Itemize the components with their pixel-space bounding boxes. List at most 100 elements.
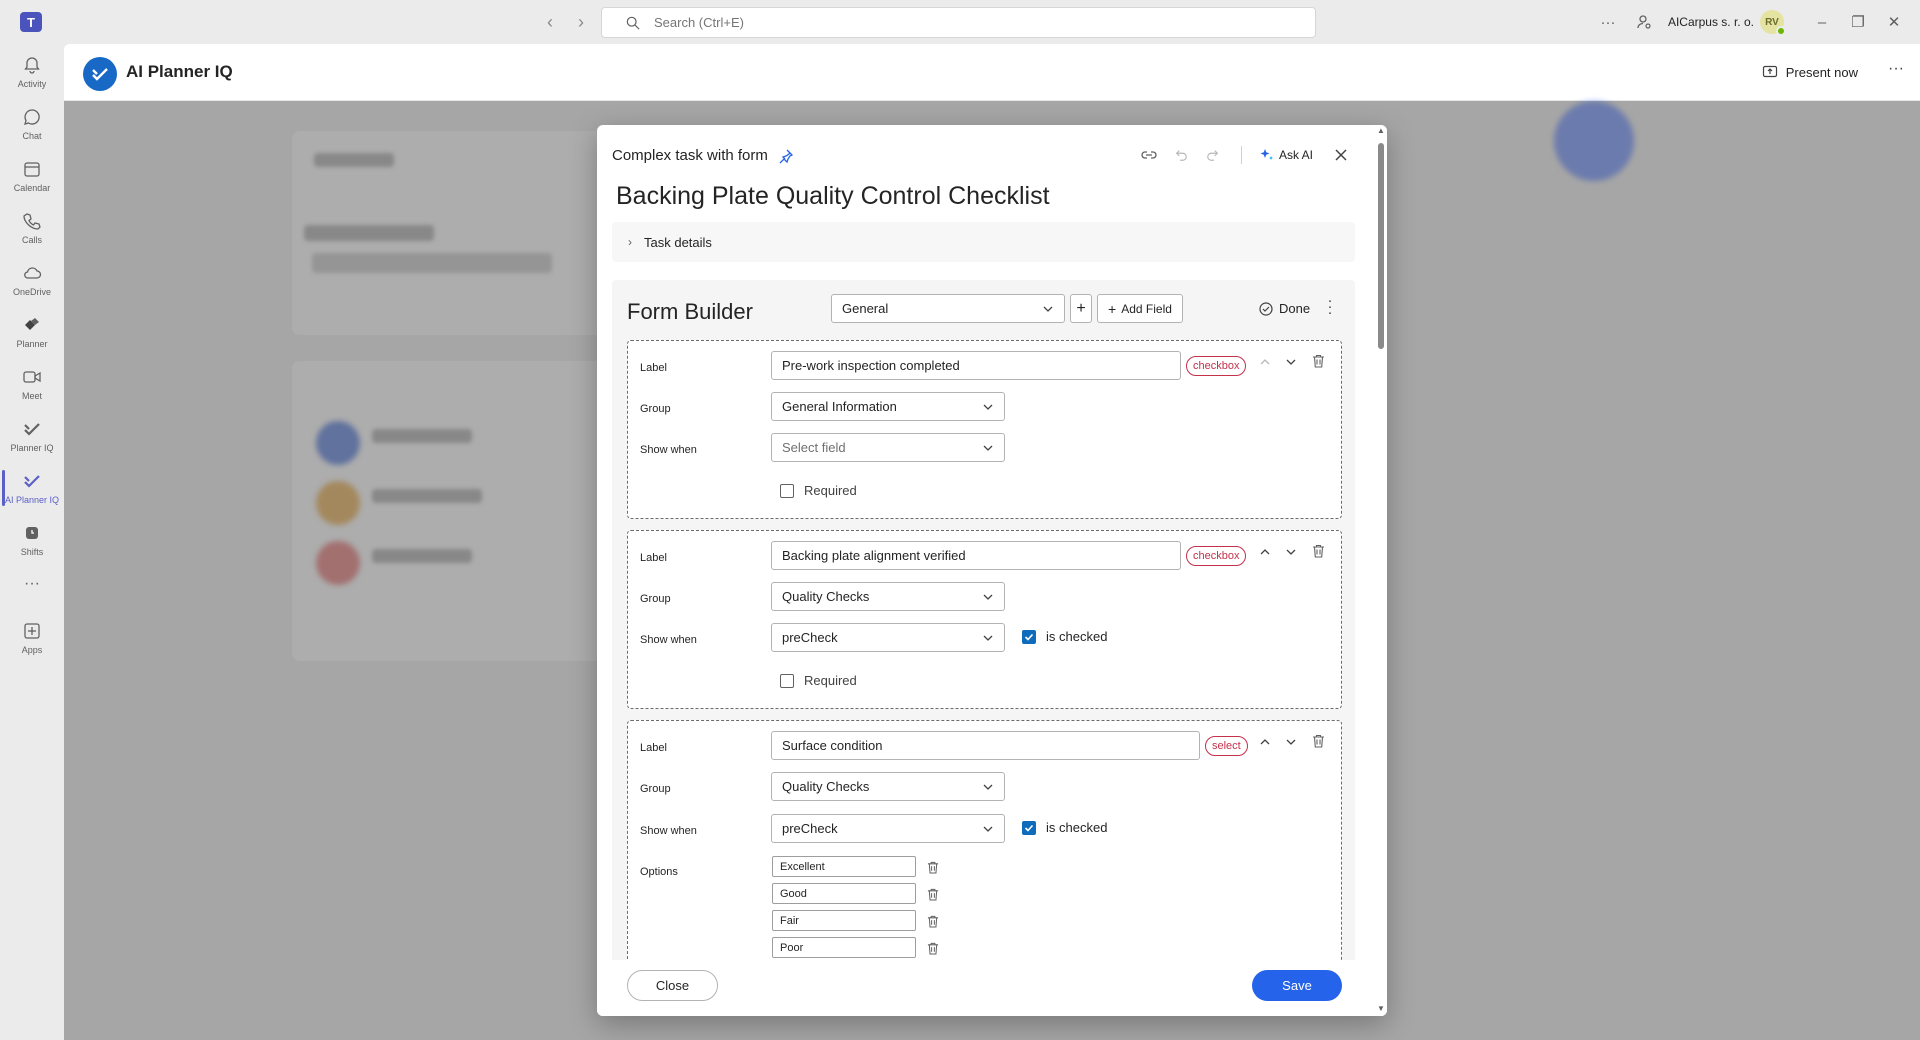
- delete-option-icon[interactable]: [926, 887, 940, 901]
- rail-item-onedrive[interactable]: OneDrive: [0, 254, 64, 306]
- rail-label: Apps: [21, 645, 43, 655]
- rail-item-planner[interactable]: Planner: [0, 306, 64, 358]
- restore-icon[interactable]: ❐: [1840, 0, 1876, 44]
- rail-item-activity[interactable]: Activity: [0, 46, 64, 98]
- field-card: Label Backing plate alignment verified c…: [627, 530, 1342, 709]
- rail-item-shifts[interactable]: Shifts: [0, 514, 64, 566]
- show-when-select[interactable]: Select field: [771, 433, 1005, 462]
- scroll-down-icon[interactable]: ▼: [1377, 1005, 1385, 1013]
- field-group-value: Quality Checks: [782, 779, 870, 794]
- field-label-input[interactable]: Pre-work inspection completed: [771, 351, 1181, 380]
- ask-ai-button[interactable]: Ask AI: [1260, 148, 1313, 162]
- option-input[interactable]: Poor: [772, 937, 916, 958]
- dialog-scrollbar[interactable]: ▲ ▼: [1375, 125, 1387, 1016]
- rail-item-meet[interactable]: Meet: [0, 358, 64, 410]
- app-rail: Activity Chat Calendar Calls OneDrive Pl…: [0, 44, 64, 1040]
- scroll-up-icon[interactable]: ▲: [1377, 127, 1385, 135]
- present-now-button[interactable]: Present now: [1762, 64, 1858, 80]
- global-search[interactable]: [601, 7, 1316, 38]
- field-group-value: General Information: [782, 399, 897, 414]
- close-button[interactable]: Close: [627, 970, 718, 1001]
- plus-icon: +: [1076, 299, 1086, 317]
- move-up-icon[interactable]: [1258, 735, 1272, 749]
- field-label-value: Backing plate alignment verified: [782, 548, 966, 563]
- option-value: Excellent: [780, 860, 825, 873]
- task-title[interactable]: Backing Plate Quality Control Checklist: [616, 182, 1050, 211]
- redo-icon[interactable]: [1203, 145, 1223, 165]
- options-caption: Options: [640, 866, 678, 878]
- delete-field-icon[interactable]: [1311, 354, 1325, 368]
- is-checked-checkbox[interactable]: [1022, 821, 1036, 835]
- field-group-select[interactable]: Quality Checks: [771, 582, 1005, 611]
- group-caption: Group: [640, 593, 671, 605]
- account-settings-icon[interactable]: [1626, 0, 1662, 44]
- option-input[interactable]: Excellent: [772, 856, 916, 877]
- required-checkbox[interactable]: [780, 484, 794, 498]
- ai-planner-iq-icon: [24, 475, 40, 488]
- move-down-icon[interactable]: [1284, 735, 1298, 749]
- rail-item-planner-iq[interactable]: Planner IQ: [0, 410, 64, 462]
- is-checked-label: is checked: [1046, 629, 1108, 644]
- delete-field-icon[interactable]: [1311, 544, 1325, 558]
- undo-icon[interactable]: [1171, 145, 1191, 165]
- minimize-icon[interactable]: –: [1804, 0, 1840, 44]
- search-input[interactable]: [654, 15, 1254, 30]
- close-dialog-icon[interactable]: [1331, 145, 1351, 165]
- field-group-select[interactable]: Quality Checks: [771, 772, 1005, 801]
- is-checked-label: is checked: [1046, 820, 1108, 835]
- add-field-button[interactable]: + Add Field: [1097, 294, 1183, 323]
- move-up-icon[interactable]: [1258, 355, 1272, 369]
- rail-label: Planner: [16, 339, 48, 349]
- rail-label: Chat: [22, 131, 42, 141]
- rail-item-calendar[interactable]: Calendar: [0, 150, 64, 202]
- phone-icon: [23, 213, 41, 230]
- move-down-icon[interactable]: [1284, 545, 1298, 559]
- delete-field-icon[interactable]: [1311, 734, 1325, 748]
- move-down-icon[interactable]: [1284, 355, 1298, 369]
- close-window-icon[interactable]: ✕: [1876, 0, 1912, 44]
- teams-logo-icon[interactable]: T: [20, 12, 42, 32]
- option-input[interactable]: Fair: [772, 910, 916, 931]
- required-checkbox[interactable]: [780, 674, 794, 688]
- is-checked-checkbox[interactable]: [1022, 630, 1036, 644]
- chevron-down-icon: [983, 826, 993, 832]
- pin-icon[interactable]: [778, 148, 794, 164]
- group-filter-select[interactable]: General: [831, 294, 1065, 323]
- field-label-input[interactable]: Surface condition: [771, 731, 1200, 760]
- add-field-label: Add Field: [1121, 301, 1172, 316]
- app-more-icon[interactable]: ···: [1888, 60, 1904, 78]
- cloud-icon: [24, 267, 42, 279]
- delete-option-icon[interactable]: [926, 914, 940, 928]
- form-more-vertical-icon[interactable]: · · ·: [1324, 293, 1336, 320]
- option-input[interactable]: Good: [772, 883, 916, 904]
- add-group-button[interactable]: +: [1070, 294, 1092, 323]
- show-when-value: Select field: [782, 440, 846, 455]
- save-button[interactable]: Save: [1252, 970, 1342, 1001]
- field-label-input[interactable]: Backing plate alignment verified: [771, 541, 1181, 570]
- bell-icon: [24, 57, 40, 74]
- field-group-select[interactable]: General Information: [771, 392, 1005, 421]
- rail-item-calls[interactable]: Calls: [0, 202, 64, 254]
- back-arrow-icon[interactable]: ‹: [540, 12, 560, 32]
- rail-item-chat[interactable]: Chat: [0, 98, 64, 150]
- scrollbar-thumb[interactable]: [1378, 143, 1384, 349]
- show-when-select[interactable]: preCheck: [771, 623, 1005, 652]
- delete-option-icon[interactable]: [926, 941, 940, 955]
- rail-item-apps[interactable]: Apps: [0, 612, 64, 664]
- rail-label: Planner IQ: [10, 443, 54, 453]
- move-up-icon[interactable]: [1258, 545, 1272, 559]
- forward-arrow-icon[interactable]: ›: [571, 12, 591, 32]
- show-when-select[interactable]: preCheck: [771, 814, 1005, 843]
- task-details-expander[interactable]: › Task details: [612, 222, 1355, 262]
- delete-option-icon[interactable]: [926, 860, 940, 874]
- more-options-icon[interactable]: ···: [1590, 0, 1626, 44]
- org-name[interactable]: AICarpus s. r. o.: [1668, 15, 1754, 29]
- done-button[interactable]: Done: [1259, 294, 1310, 323]
- checkmark-icon: [1024, 824, 1034, 832]
- rail-item-more[interactable]: ···: [0, 566, 64, 602]
- rail-item-ai-planner-iq[interactable]: AI Planner IQ: [0, 462, 64, 514]
- user-avatar[interactable]: RV: [1760, 10, 1786, 36]
- field-type-badge: select: [1205, 736, 1248, 756]
- link-icon[interactable]: [1139, 145, 1159, 165]
- search-icon: [626, 16, 640, 30]
